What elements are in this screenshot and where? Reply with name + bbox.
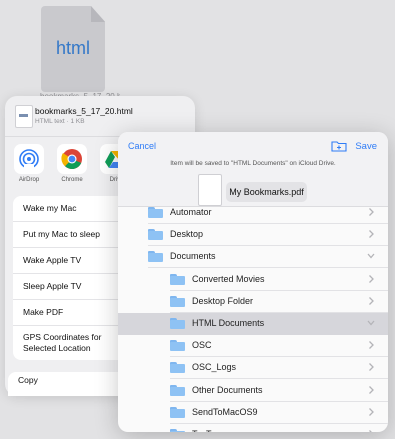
airdrop-icon: [14, 144, 44, 174]
share-filemeta: HTML text · 1 KB: [35, 118, 85, 125]
filename-field[interactable]: My Bookmarks.pdf: [226, 182, 307, 202]
folder-label: Automator: [170, 207, 212, 217]
folder-label: Other Documents: [192, 384, 263, 395]
folder-label: TaxTron: [192, 429, 224, 432]
folder-label: Documents: [170, 251, 216, 262]
folder-row[interactable]: Other Documents: [118, 380, 388, 402]
folder-row[interactable]: OSC_Logs: [118, 357, 388, 380]
chrome-icon: [57, 144, 87, 174]
folder-label: Desktop Folder: [192, 295, 254, 306]
folder-row[interactable]: TaxTron: [118, 424, 388, 432]
document-icon: [15, 105, 33, 128]
file-type-label: html: [55, 38, 90, 58]
chevron-right-icon[interactable]: [367, 207, 375, 217]
folder-row[interactable]: Desktop Folder: [118, 291, 388, 313]
folder-icon: [148, 251, 163, 263]
chevron-down-icon[interactable]: [367, 318, 375, 328]
folder-row[interactable]: Desktop: [118, 224, 388, 247]
chevron-right-icon[interactable]: [367, 296, 375, 306]
folder-row[interactable]: OSC: [118, 335, 388, 358]
folder-icon: [170, 295, 185, 307]
save-dialog: Cancel Save Item will be saved to "HTML …: [118, 132, 388, 432]
chevron-down-icon[interactable]: [367, 251, 375, 261]
folder-label: OSC_Logs: [192, 362, 237, 373]
folder-row[interactable]: Documents: [118, 246, 388, 269]
share-app-chrome[interactable]: Chrome: [55, 144, 89, 183]
folder-label: OSC: [192, 340, 212, 351]
folder-label: Converted Movies: [192, 273, 265, 284]
share-filename: bookmarks_5_17_20.html: [35, 106, 133, 116]
share-header: bookmarks_5_17_20.html HTML text · 1 KB: [5, 96, 195, 137]
folder-icon: [170, 384, 185, 396]
folder-list: Automator Desktop Documents Converted Movie…: [118, 207, 388, 432]
folder-icon: [148, 207, 163, 218]
chevron-right-icon[interactable]: [367, 362, 375, 372]
save-dialog-header: Cancel Save Item will be saved to "HTML …: [118, 132, 388, 207]
chevron-right-icon[interactable]: [367, 229, 375, 239]
chevron-right-icon[interactable]: [367, 407, 375, 417]
folder-icon: [170, 340, 185, 352]
chevron-right-icon[interactable]: [367, 274, 375, 284]
folder-row[interactable]: SendToMacOS9: [118, 402, 388, 424]
folder-row[interactable]: HTML Documents: [118, 313, 388, 335]
folder-icon: [170, 362, 185, 374]
chevron-right-icon[interactable]: [367, 429, 375, 432]
folder-row[interactable]: Converted Movies: [118, 269, 388, 291]
folder-icon: [170, 318, 185, 329]
folder-icon: [170, 429, 185, 432]
share-app-airdrop[interactable]: AirDrop: [12, 144, 46, 183]
folder-label: Desktop: [170, 229, 204, 240]
folder-icon: [148, 229, 163, 241]
share-app-label: Chrome: [61, 177, 83, 183]
save-button[interactable]: Save: [355, 141, 377, 152]
save-destination-info: Item will be saved to "HTML Documents" o…: [170, 160, 336, 167]
folder-row[interactable]: Automator: [118, 207, 388, 224]
share-app-label: AirDrop: [18, 177, 40, 183]
chevron-right-icon[interactable]: [367, 340, 375, 350]
pdf-thumbnail: [198, 174, 222, 206]
cancel-button[interactable]: Cancel: [128, 141, 156, 151]
folder-label: SendToMacOS9: [192, 406, 258, 417]
folder-label: HTML Documents: [192, 318, 265, 328]
chevron-right-icon[interactable]: [367, 385, 375, 395]
folder-icon: [170, 406, 185, 418]
folder-icon: [170, 273, 185, 285]
new-folder-icon[interactable]: [331, 140, 347, 152]
